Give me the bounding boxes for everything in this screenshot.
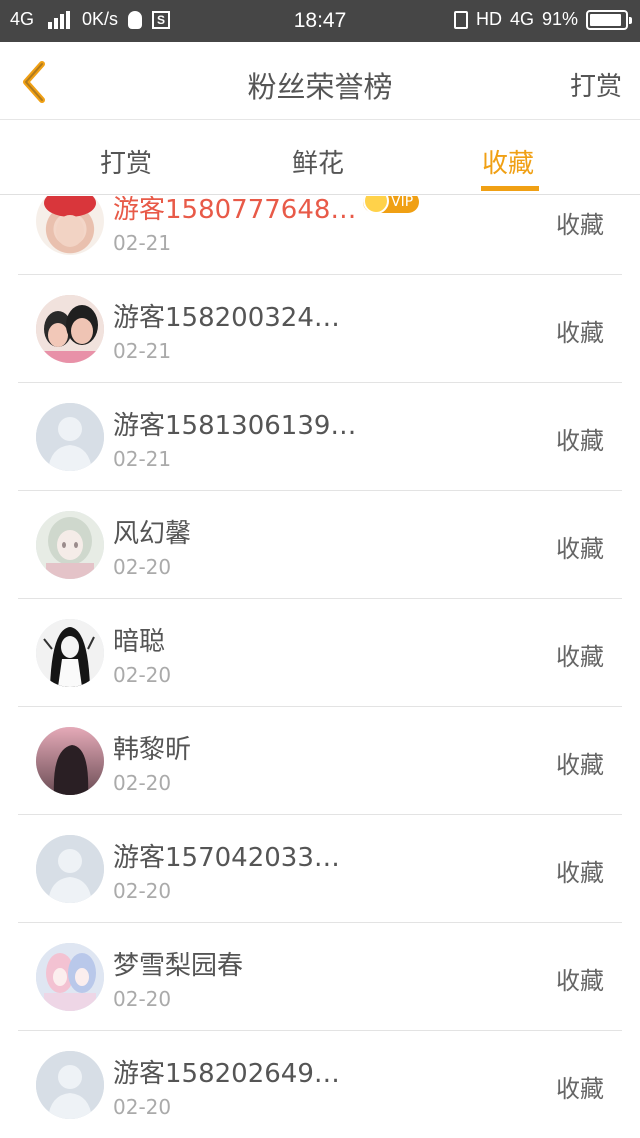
avatar-image [36, 511, 104, 579]
user-name: 梦雪梨园春 [113, 951, 244, 981]
action-label: 收藏 [556, 967, 604, 995]
crown-icon [363, 196, 389, 214]
avatar-image [36, 619, 104, 687]
list-item[interactable]: 游客157042033… 02-20 收藏 [18, 815, 622, 923]
avatar[interactable] [36, 196, 104, 255]
list-item[interactable]: 韩黎昕 02-20 收藏 [18, 707, 622, 815]
tab-flowers[interactable]: 鲜花 [292, 143, 344, 180]
avatar[interactable] [36, 727, 104, 795]
nav-header: 粉丝荣誉榜 打赏 [0, 42, 640, 120]
tab-bar: 打赏 鲜花 收藏 [0, 121, 640, 195]
list-item[interactable]: 游客1580777648… VIP 02-21 收藏 [18, 196, 622, 275]
active-tab-indicator [481, 186, 539, 191]
date: 02-20 [113, 771, 172, 795]
action-label: 收藏 [556, 535, 604, 563]
date: 02-21 [113, 447, 172, 471]
list-item[interactable]: 游客1581306139… 02-21 收藏 [18, 383, 622, 491]
avatar[interactable] [36, 403, 104, 471]
tab-reward[interactable]: 打赏 [100, 143, 152, 180]
battery-icon [586, 9, 632, 30]
list-item[interactable]: 风幻馨 02-20 收藏 [18, 491, 622, 599]
user-name: 游客1581306139… [113, 411, 357, 441]
date: 02-20 [113, 987, 172, 1011]
user-name: 游客157042033… [113, 843, 340, 873]
user-name: 韩黎昕 [113, 735, 192, 765]
list-item[interactable]: 游客158202649… 02-20 收藏 [18, 1031, 622, 1138]
battery-fill [590, 13, 621, 26]
avatar-image [36, 727, 104, 795]
user-name: 风幻馨 [113, 519, 192, 549]
fan-list[interactable]: 游客1580777648… VIP 02-21 收藏 游客158200324… … [0, 196, 640, 1138]
user-name: 游客1580777648… [113, 196, 357, 225]
action-label: 收藏 [556, 859, 604, 887]
tab-favorites[interactable]: 收藏 [482, 143, 534, 180]
date: 02-21 [113, 231, 172, 255]
avatar[interactable] [36, 295, 104, 363]
user-name: 游客158202649… [113, 1059, 340, 1089]
action-label: 收藏 [556, 1075, 604, 1103]
list-item[interactable]: 梦雪梨园春 02-20 收藏 [18, 923, 622, 1031]
data-type-label: 4G [509, 9, 534, 29]
date: 02-20 [113, 663, 172, 687]
user-name: 暗聪 [113, 627, 166, 657]
vibrate-icon [453, 10, 468, 29]
action-label: 收藏 [556, 427, 604, 455]
hd-label: HD [475, 9, 502, 29]
page-title: 粉丝荣誉榜 [247, 70, 393, 104]
avatar-image [44, 196, 96, 247]
avatar-image [36, 295, 104, 363]
status-right: HD 4G 91% [446, 9, 632, 30]
date: 02-20 [113, 1095, 172, 1119]
default-avatar-icon [36, 835, 104, 903]
date: 02-20 [113, 879, 172, 903]
avatar[interactable] [36, 619, 104, 687]
action-label: 收藏 [556, 643, 604, 671]
avatar[interactable] [36, 943, 104, 1011]
default-avatar-icon [36, 403, 104, 471]
action-label: 收藏 [556, 211, 604, 239]
default-avatar-icon [36, 1051, 104, 1119]
action-label: 收藏 [556, 319, 604, 347]
list-item[interactable]: 暗聪 02-20 收藏 [18, 599, 622, 707]
avatar-image [36, 943, 104, 1011]
battery-percent: 91% [541, 9, 578, 29]
avatar[interactable] [36, 1051, 104, 1119]
avatar[interactable] [36, 511, 104, 579]
list-item[interactable]: 游客158200324… 02-21 收藏 [18, 275, 622, 383]
status-bar: 4G 0K/s S 18:47 HD 4G 91% [0, 0, 640, 42]
user-name: 游客158200324… [113, 303, 340, 333]
date: 02-20 [113, 555, 172, 579]
vip-label: VIP [391, 196, 414, 210]
avatar[interactable] [36, 835, 104, 903]
reward-button[interactable]: 打赏 [570, 66, 622, 103]
date: 02-21 [113, 339, 172, 363]
vip-badge: VIP [363, 196, 420, 214]
action-label: 收藏 [556, 751, 604, 779]
